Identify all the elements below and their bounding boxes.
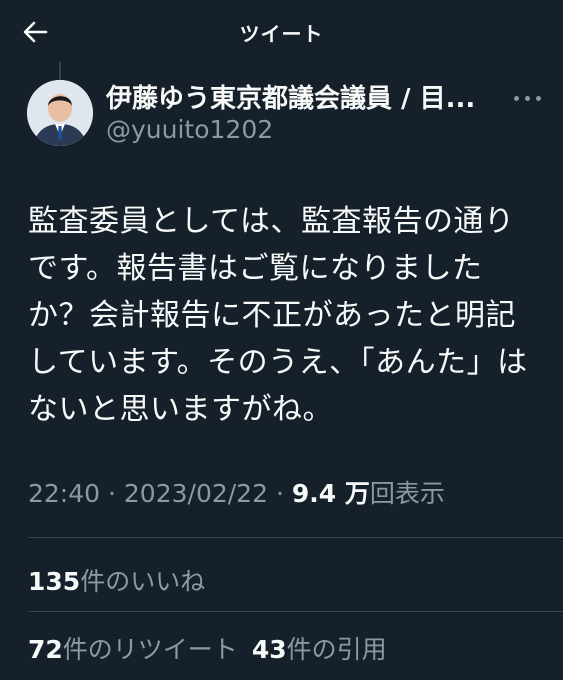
quotes-label: 件の引用 <box>286 635 387 664</box>
retweets-label: 件のリツイート <box>62 635 238 664</box>
author-handle[interactable]: @yuuito1202 <box>106 115 273 144</box>
avatar[interactable] <box>27 80 93 146</box>
views-label: 回表示 <box>369 479 445 508</box>
quotes-count: 43 <box>251 635 287 664</box>
tweet-text: 監査委員としては、監査報告の通りです。報告書はご覧になりましたか？会計報告に不正… <box>28 204 528 427</box>
divider <box>28 611 563 612</box>
views-count: 9.4 万 <box>291 479 370 508</box>
page-title: ツイート <box>239 22 324 46</box>
quotes-stat[interactable]: 43件の引用 <box>252 635 387 664</box>
likes-count: 135 <box>28 567 81 596</box>
likes-label: 件のいいね <box>80 567 206 596</box>
retweets-count: 72 <box>28 635 63 664</box>
tweet-time[interactable]: 22:40 <box>28 479 100 508</box>
top-bar: ツイート <box>0 0 563 62</box>
meta-separator: · <box>108 479 116 508</box>
divider <box>28 537 563 538</box>
tweet-date[interactable]: 2023/02/22 <box>124 479 268 508</box>
author-display-name[interactable]: 伊藤ゆう東京都議会議員 / 目... <box>106 78 496 115</box>
retweets-stat[interactable]: 72件のリツイート <box>28 635 238 664</box>
more-dots-icon[interactable] <box>512 88 544 108</box>
meta-separator: · <box>275 479 284 508</box>
retweets-quotes-stats: 72件のリツイート 43件の引用 <box>28 630 387 666</box>
thread-line <box>59 62 61 80</box>
likes-stat[interactable]: 135件のいいね <box>28 562 205 598</box>
tweet-meta: 22:40 · 2023/02/22 · 9.4 万回表示 <box>28 474 445 510</box>
